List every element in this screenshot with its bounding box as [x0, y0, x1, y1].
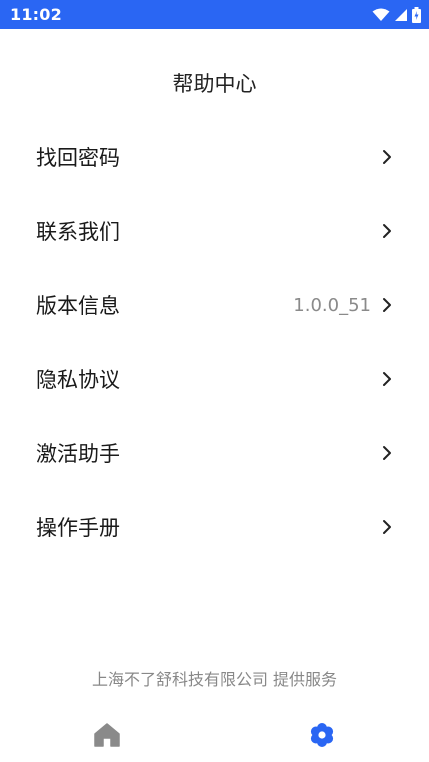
- menu-item-recover-password[interactable]: 找回密码: [0, 120, 429, 194]
- page-title: 帮助中心: [172, 72, 257, 96]
- menu-item-privacy-policy[interactable]: 隐私协议: [0, 342, 429, 416]
- nav-settings-tab[interactable]: [292, 712, 352, 758]
- status-bar: 11:02: [0, 0, 429, 29]
- menu-item-label: 找回密码: [36, 146, 120, 170]
- battery-icon: [412, 6, 421, 23]
- menu-item-user-manual[interactable]: 操作手册: [0, 490, 429, 564]
- home-icon: [94, 723, 120, 747]
- chevron-right-icon: [383, 520, 391, 534]
- status-time: 11:02: [10, 5, 62, 24]
- chevron-right-icon: [383, 150, 391, 164]
- help-menu-list: 找回密码 联系我们 版本信息 1.0.0_51 隐私协议 激活助手 操作手册: [0, 120, 429, 564]
- footer-provider-text: 上海不了舒科技有限公司 提供服务: [91, 670, 338, 689]
- nav-home-tab[interactable]: [77, 712, 137, 758]
- signal-icon: [395, 8, 407, 21]
- chevron-right-icon: [383, 372, 391, 386]
- menu-item-label: 版本信息: [36, 294, 120, 318]
- status-icons: [372, 6, 421, 23]
- menu-item-label: 激活助手: [36, 442, 120, 466]
- bottom-nav: [0, 708, 429, 762]
- version-value: 1.0.0_51: [293, 294, 371, 316]
- menu-item-label: 操作手册: [36, 516, 120, 540]
- menu-item-contact-us[interactable]: 联系我们: [0, 194, 429, 268]
- menu-item-activation-assistant[interactable]: 激活助手: [0, 416, 429, 490]
- menu-item-version-info[interactable]: 版本信息 1.0.0_51: [0, 268, 429, 342]
- chevron-right-icon: [383, 446, 391, 460]
- menu-item-label: 隐私协议: [36, 368, 120, 392]
- settings-gear-icon: [310, 723, 333, 747]
- wifi-icon: [372, 8, 390, 21]
- chevron-right-icon: [383, 298, 391, 312]
- chevron-right-icon: [383, 224, 391, 238]
- menu-item-label: 联系我们: [36, 220, 120, 244]
